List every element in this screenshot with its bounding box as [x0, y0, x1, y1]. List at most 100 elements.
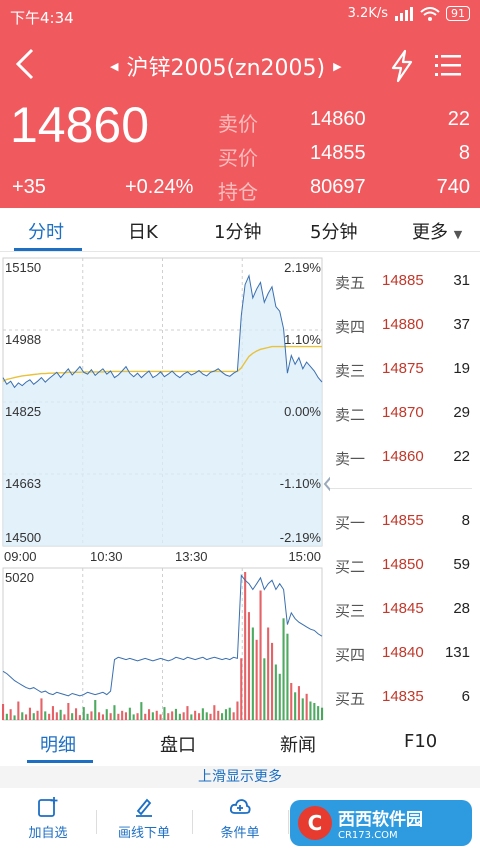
draw-order-button[interactable]: 画线下单 [104, 796, 184, 841]
volume-bar [286, 633, 289, 720]
intraday-chart[interactable]: 15150 14988 14825 14663 14500 2.19% 1.10… [0, 252, 330, 722]
pct-tick: 2.19% [284, 260, 321, 275]
volume-bar [94, 700, 97, 720]
volume-bar [48, 713, 51, 720]
pct-tick: -2.19% [280, 530, 322, 545]
volume-bar [259, 590, 262, 720]
tab-daily-k[interactable]: 日K [128, 218, 158, 244]
quote-row-volume: 22 [447, 108, 470, 130]
volume-bar [71, 713, 74, 720]
volume-bar [167, 713, 170, 720]
pct-tick: 1.10% [284, 332, 321, 347]
tab-intraday[interactable]: 分时 [28, 218, 64, 244]
add-watch-label: 加自选 [28, 826, 68, 841]
volume-bar [263, 658, 266, 720]
tab-orderbook[interactable]: 盘口 [160, 731, 196, 757]
detail-tabs: 明细 盘口 新闻 F10 [0, 722, 480, 766]
volume-bar [98, 712, 101, 720]
contract-switcher[interactable]: ◀ 沪锌2005(zn2005) ▶ [110, 48, 370, 84]
price-tick: 14500 [5, 530, 41, 545]
volume-bar [78, 715, 81, 720]
tab-detail[interactable]: 明细 [40, 731, 76, 757]
watermark-text: 西西软件园 CR173.COM [338, 805, 423, 841]
bid-row: 买三 14845 28 [330, 600, 480, 624]
ask-row: 卖二 14870 29 [330, 404, 480, 428]
volume-pane-frame [2, 567, 323, 721]
volume-bar [321, 707, 324, 720]
volume-bar [317, 706, 320, 720]
ask-row: 卖三 14875 19 [330, 360, 480, 384]
quote-row-value: 14860 [310, 108, 366, 130]
contract-title: 沪锌2005(zn2005) [126, 56, 326, 81]
bid-volume: 8 [461, 512, 470, 529]
prev-contract-icon[interactable]: ◀ [110, 60, 118, 73]
back-icon[interactable] [8, 42, 44, 86]
bid-row: 买一 14855 8 [330, 512, 480, 536]
price-area [3, 275, 322, 546]
volume-bar [305, 693, 308, 720]
volume-bar [297, 686, 300, 720]
next-contract-icon[interactable]: ▶ [333, 60, 341, 73]
condition-order-button[interactable]: 条件单 [200, 796, 280, 841]
scroll-more-hint[interactable]: 上滑显示更多 [0, 766, 480, 788]
menu-icon[interactable] [432, 50, 464, 82]
volume-bar [186, 706, 189, 720]
tab-5min[interactable]: 5分钟 [310, 218, 357, 244]
tab-f10[interactable]: F10 [404, 731, 437, 752]
volume-bar [59, 709, 62, 720]
tab-news[interactable]: 新闻 [280, 731, 316, 757]
volume-bar [25, 714, 28, 720]
chevron-down-icon: ▼ [453, 228, 463, 241]
bid-price: 14845 [382, 600, 424, 617]
watermark-logo-icon: C [298, 806, 332, 840]
volume-bar [282, 618, 285, 721]
volume-bar [309, 701, 312, 720]
price-change-pct: +0.24% [125, 176, 194, 198]
tab-1min[interactable]: 1分钟 [214, 218, 261, 244]
volume-bar [236, 701, 239, 720]
bid-volume: 28 [453, 600, 470, 617]
volume-bar [63, 714, 66, 720]
volume-bar [136, 713, 139, 720]
volume-bar [17, 701, 20, 720]
wifi-icon [420, 6, 440, 21]
pct-tick: 0.00% [284, 404, 321, 419]
volume-bar [301, 698, 304, 720]
nav-bar: ◀ 沪锌2005(zn2005) ▶ [0, 38, 480, 96]
volume-bar [86, 713, 89, 720]
tab-more-label: 更多 [412, 222, 448, 243]
volume-bar [117, 713, 120, 720]
tab-more[interactable]: 更多 ▼ [412, 218, 462, 244]
volume-bar [101, 714, 104, 720]
volume-bar [274, 664, 277, 720]
quote-row-volume: 8 [458, 142, 470, 164]
volume-bar [251, 627, 254, 720]
add-watch-icon [38, 797, 58, 817]
bid-label: 买四 [335, 646, 366, 664]
bid-label: 买一 [335, 514, 366, 532]
ask-volume: 19 [453, 360, 470, 377]
quote-row-label: 买价 [218, 146, 258, 170]
volume-bar [13, 715, 16, 720]
time-tick: 15:00 [288, 549, 321, 564]
volume-bar [255, 639, 258, 720]
ask-label: 卖四 [335, 318, 366, 336]
quote-row-value: 14855 [310, 142, 366, 164]
volume-bar [294, 692, 297, 721]
volume-bar [194, 710, 197, 721]
volume-bar [75, 708, 78, 720]
quote-row-value: 80697 [310, 176, 366, 198]
volume-bar [128, 707, 131, 720]
quote-row-label: 持仓 [218, 180, 258, 204]
status-time: 下午4:34 [10, 9, 74, 27]
volume-bar [9, 709, 12, 720]
flash-order-icon[interactable] [386, 48, 418, 84]
order-book: 卖五 14885 31 卖四 14880 37 卖三 14875 19 卖二 14870 29 … [330, 252, 480, 722]
divider [96, 810, 97, 834]
ask-volume: 31 [453, 272, 470, 289]
volume-bar [36, 710, 39, 721]
add-watch-button[interactable]: 加自选 [8, 796, 88, 841]
ask-price: 14880 [382, 316, 424, 333]
watermark-title: 西西软件园 [338, 810, 423, 830]
bid-label: 买五 [335, 690, 366, 708]
